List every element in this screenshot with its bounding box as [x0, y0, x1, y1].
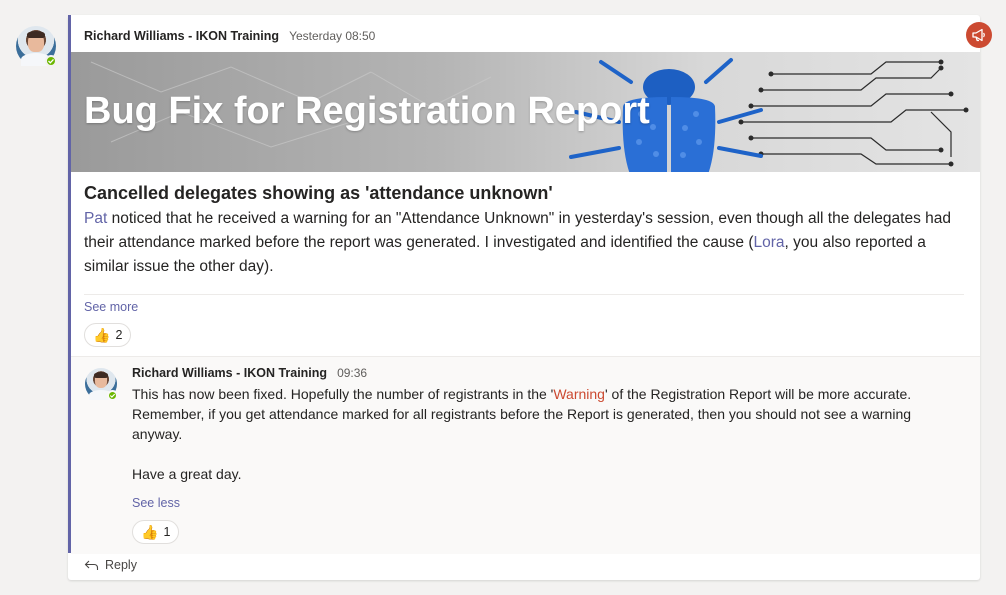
- post-author-avatar[interactable]: [16, 26, 57, 67]
- presence-available-icon: [107, 390, 118, 401]
- reply-timestamp: 09:36: [337, 366, 368, 380]
- mention-pat[interactable]: Pat: [84, 210, 107, 227]
- post-header: Richard Williams - IKON Training Yesterd…: [84, 27, 375, 45]
- reply-closing: Have a great day.: [132, 466, 242, 482]
- thumbs-up-icon: 👍: [141, 524, 159, 540]
- reply-arrow-icon: [84, 560, 99, 570]
- post-timestamp: Yesterday 08:50: [289, 29, 376, 43]
- see-more-link[interactable]: See more: [84, 300, 138, 314]
- post-subject: Cancelled delegates showing as 'attendan…: [84, 183, 553, 203]
- announcement-post-card: Richard Williams - IKON Training Yesterd…: [68, 15, 992, 580]
- mention-lora[interactable]: Lora: [754, 234, 785, 251]
- post-body: Pat noticed that he received a warning f…: [84, 207, 964, 279]
- megaphone-icon: [966, 22, 992, 48]
- presence-available-icon: [45, 55, 57, 67]
- post-author-name[interactable]: Richard Williams - IKON Training: [84, 29, 279, 43]
- post-divider: [84, 294, 964, 295]
- reaction-count: 2: [115, 328, 123, 342]
- avatar-hair: [93, 371, 109, 378]
- reaction-count: 1: [163, 525, 171, 539]
- banner-title: Bug Fix for Registration Report: [84, 90, 650, 132]
- warning-highlight: Warning: [553, 386, 605, 402]
- see-less-link[interactable]: See less: [132, 496, 180, 510]
- post-reaction-like[interactable]: 👍 2: [84, 323, 132, 347]
- reply-text-before: This has now been fixed. Hopefully the n…: [132, 386, 554, 402]
- reply-header: Richard Williams - IKON Training 09:36: [132, 366, 367, 380]
- reply-button[interactable]: Reply: [84, 558, 137, 572]
- reply-reaction-like[interactable]: 👍 1: [132, 520, 180, 544]
- thumbs-up-icon: 👍: [93, 327, 111, 343]
- reply-body: This has now been fixed. Hopefully the n…: [132, 384, 932, 484]
- reply-thread: Richard Williams - IKON Training 09:36 T…: [71, 356, 980, 554]
- avatar-hair: [27, 30, 45, 38]
- announcement-banner: Bug Fix for Registration Report: [71, 52, 980, 172]
- reply-author-name[interactable]: Richard Williams - IKON Training: [132, 366, 327, 380]
- reply-paragraph: This has now been fixed. Hopefully the n…: [132, 384, 932, 444]
- reply-author-avatar[interactable]: [85, 368, 118, 401]
- reply-button-label: Reply: [105, 558, 137, 572]
